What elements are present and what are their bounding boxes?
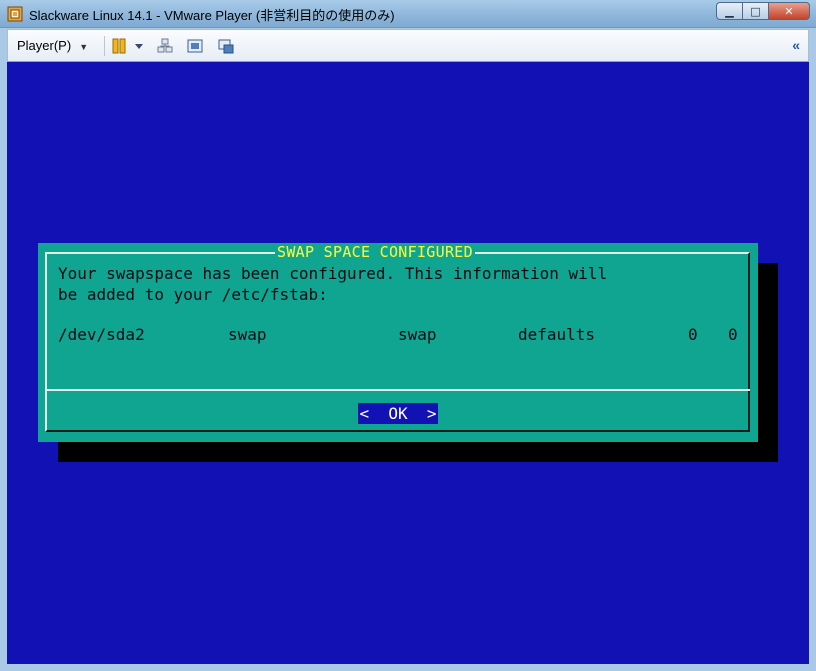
ok-button[interactable]: < OK > [358,403,438,424]
dropdown-caret-icon[interactable] [134,38,144,54]
window-titlebar[interactable]: Slackware Linux 14.1 - VMware Player (非営… [0,0,816,28]
window-title: Slackware Linux 14.1 - VMware Player (非営… [29,8,395,23]
vm-guest-screen[interactable]: SWAP SPACE CONFIGURED Your swapspace has… [7,62,809,664]
close-button[interactable]: ✕ [768,2,810,20]
dialog-title: SWAP SPACE CONFIGURED [275,243,475,261]
unity-icon[interactable] [218,38,234,54]
chevron-down-icon: ▼ [79,42,89,52]
fstab-device: /dev/sda2 [58,325,145,344]
player-menu-label: Player(P) [17,38,72,53]
collapse-toolbar-button[interactable]: « [792,37,800,53]
player-toolbar: Player(P) ▼ « [7,29,809,62]
fstab-type: swap [398,325,437,344]
dialog-message-line-2: be added to your /etc/fstab: [58,285,328,304]
fstab-options: defaults [518,325,596,344]
dialog-message-line-1: Your swapspace has been configured. This… [58,264,608,283]
pause-icon[interactable] [111,38,127,54]
fstab-mountpoint: swap [228,325,267,344]
devices-icon[interactable] [157,38,173,54]
dialog-divider [45,389,750,391]
window-controls: ▁ □ ✕ [716,2,810,20]
player-menu-button[interactable]: Player(P) ▼ [17,38,88,53]
minimize-button[interactable]: ▁ [716,2,742,20]
maximize-button[interactable]: □ [742,2,768,20]
fstab-entry: /dev/sda2 swap swap defaults 0 0 [58,324,748,345]
swap-configured-dialog: SWAP SPACE CONFIGURED Your swapspace has… [38,243,758,442]
fullscreen-icon[interactable] [187,38,203,54]
toolbar-separator [104,36,105,56]
fstab-pass: 0 [728,325,738,344]
vmware-app-icon [7,6,23,22]
fstab-dump: 0 [688,325,698,344]
